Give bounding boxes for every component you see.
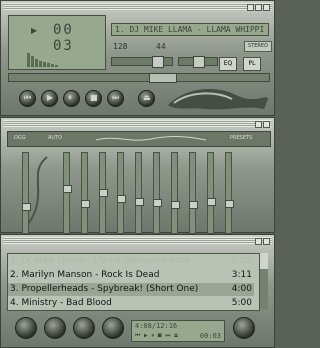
eq-slider-knob[interactable] [135, 198, 144, 206]
stereo-label: STEREO [248, 43, 268, 49]
eq-curve-graph [96, 136, 206, 141]
spectrum-analyzer [27, 53, 58, 67]
stop-button[interactable]: ■ [85, 90, 102, 107]
eject-button[interactable]: ⏏ [138, 90, 155, 107]
eq-band-slider[interactable] [63, 152, 72, 234]
playlist-item[interactable]: 4. Ministry - Bad Blood 5:00 [8, 297, 254, 310]
pause-icon: ⏸ [68, 93, 72, 102]
playlist-item-duration: 3:11 [231, 270, 252, 280]
pl-close-button[interactable] [263, 238, 270, 245]
shade-button[interactable] [255, 4, 262, 11]
stop-icon: ■ [90, 93, 98, 102]
eq-toggle-button[interactable]: EQ [219, 57, 237, 71]
skin-logo-icon [168, 89, 268, 110]
previous-button[interactable]: ⏮ [19, 90, 36, 107]
pl-shade-button[interactable] [255, 238, 262, 245]
pl-remove-button[interactable] [44, 317, 66, 339]
playlist-item-title: 1. DJ Mike Llama - Llama Whipping Intro [10, 256, 191, 266]
eq-band-slider[interactable] [81, 152, 90, 234]
eq-preamp-slider[interactable] [22, 152, 31, 234]
khz-readout: 44 [156, 42, 166, 51]
eq-on-button[interactable]: OGG [14, 135, 26, 141]
playlist-item[interactable]: 2. Marilyn Manson - Rock Is Dead 3:11 [8, 269, 254, 282]
equalizer-titlebar[interactable] [3, 120, 272, 128]
eq-shade-button[interactable] [255, 121, 262, 128]
playlist-item[interactable]: 3. Propellerheads - Spybreak! (Short One… [8, 283, 254, 296]
close-button[interactable] [263, 4, 270, 11]
eq-close-button[interactable] [263, 121, 270, 128]
eq-slider-knob[interactable] [99, 189, 108, 197]
playlist-info-display: 4:08/12:16 ⏮ ▶ ⏸ ■ ⏭ ⏏ 00:03 [131, 320, 225, 342]
seek-thumb[interactable] [149, 73, 177, 83]
balance-thumb[interactable] [193, 56, 205, 68]
eq-toggle-label: EQ [223, 60, 233, 67]
playlist-item[interactable]: 1. DJ Mike Llama - Llama Whipping Intro 0… [8, 255, 254, 268]
pause-button[interactable]: ⏸ [63, 90, 80, 107]
pl-list-button[interactable] [233, 317, 255, 339]
eq-band-slider[interactable] [171, 152, 180, 234]
pl-add-button[interactable] [15, 317, 37, 339]
stereo-indicator: STEREO [244, 41, 272, 52]
eq-slider-knob[interactable] [22, 203, 31, 211]
mini-time-readout: 00:03 [199, 332, 221, 340]
eject-icon: ⏏ [143, 93, 151, 102]
playlist-scroll-thumb[interactable] [260, 253, 268, 269]
time-readout: 00 03 [53, 22, 74, 54]
song-title-text: 1. DJ MIKE LLAMA - LLAMA WHIPPI [115, 25, 265, 34]
seek-bar[interactable] [8, 73, 270, 83]
eq-slider-knob[interactable] [171, 201, 180, 209]
eq-band-slider[interactable] [135, 152, 144, 234]
play-indicator-icon: ▶ [31, 26, 38, 35]
main-titlebar[interactable] [3, 3, 272, 11]
playlist-item-title: 2. Marilyn Manson - Rock Is Dead [10, 270, 160, 280]
main-window: ▶ 00 03 1. DJ MIKE LLAMA - LLAMA WHIPPI … [0, 0, 275, 116]
play-button[interactable]: ▶ [41, 90, 58, 107]
balance-slider[interactable] [178, 56, 218, 68]
eq-slider-knob[interactable] [81, 200, 90, 208]
playlist-time-info: 4:08/12:16 [135, 322, 178, 330]
pl-toggle-label: PL [248, 60, 256, 67]
eq-slider-knob[interactable] [189, 201, 198, 209]
pl-misc-button[interactable] [102, 317, 124, 339]
playlist-item-duration: 5:00 [231, 298, 252, 308]
playlist-scrollbar[interactable] [260, 253, 268, 309]
song-title-scroller[interactable]: 1. DJ MIKE LLAMA - LLAMA WHIPPI [111, 23, 269, 36]
playlist-titlebar[interactable] [3, 237, 272, 245]
eq-auto-button[interactable]: AUTO [48, 135, 62, 141]
next-icon: ⏭ [112, 93, 120, 102]
time-display: ▶ 00 03 [8, 15, 106, 70]
eq-slider-knob[interactable] [63, 185, 72, 193]
pl-select-button[interactable] [73, 317, 95, 339]
eq-slider-knob[interactable] [117, 195, 126, 203]
eq-band-slider[interactable] [153, 152, 162, 234]
play-icon: ▶ [47, 93, 54, 102]
playlist-item-duration: 0:05 [231, 256, 252, 266]
eq-band-slider[interactable] [99, 152, 108, 234]
eq-slider-knob[interactable] [153, 199, 162, 207]
eq-band-slider[interactable] [225, 152, 234, 234]
eq-slider-knob[interactable] [207, 198, 216, 206]
playlist-item-title: 4. Ministry - Bad Blood [10, 298, 112, 308]
eq-band-slider[interactable] [189, 152, 198, 234]
eq-band-slider[interactable] [117, 152, 126, 234]
pl-toggle-button[interactable]: PL [243, 57, 261, 71]
playlist-item-duration: 4:00 [231, 284, 252, 294]
eq-presets-button[interactable]: PRESETS [230, 135, 252, 141]
volume-slider[interactable] [111, 56, 173, 68]
eq-band-slider[interactable] [207, 152, 216, 234]
volume-thumb[interactable] [152, 56, 164, 68]
eq-header-strip: OGG AUTO PRESETS [7, 131, 271, 147]
playlist-item-title: 3. Propellerheads - Spybreak! (Short One… [10, 284, 199, 294]
mini-transport-icons[interactable]: ⏮ ▶ ⏸ ■ ⏭ ⏏ [135, 332, 178, 340]
next-button[interactable]: ⏭ [107, 90, 124, 107]
minimize-button[interactable] [247, 4, 254, 11]
kbps-readout: 128 [113, 42, 128, 51]
eq-slider-knob[interactable] [225, 200, 234, 208]
previous-icon: ⏮ [24, 93, 32, 102]
